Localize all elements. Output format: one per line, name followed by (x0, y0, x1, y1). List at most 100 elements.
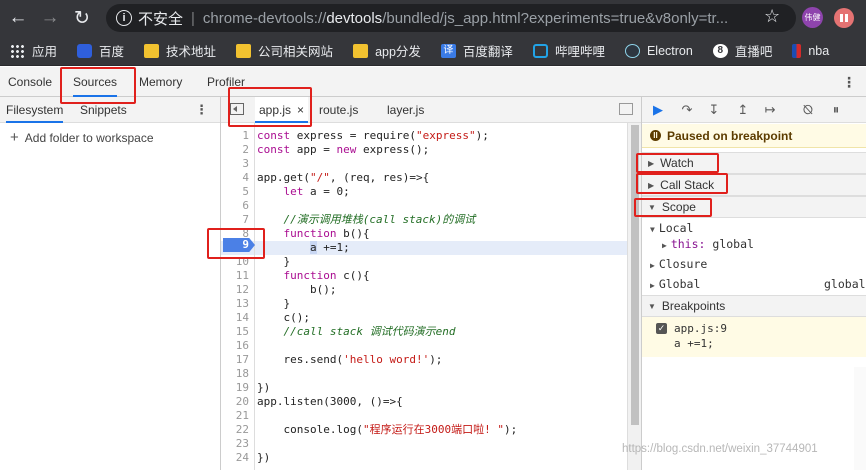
editor-scrollbar[interactable] (627, 123, 641, 470)
step-over-icon[interactable]: ↷ (679, 102, 695, 118)
call-stack-pane-header[interactable]: ▶ Call Stack (642, 174, 866, 196)
bookmark-app-folder[interactable]: app分发 (353, 41, 421, 60)
more-menu-icon[interactable]: ⋮ (842, 74, 856, 91)
pause-extension-icon[interactable] (834, 8, 854, 28)
breakpoint-item[interactable]: ✓ app.js:9 a +=1; (642, 317, 866, 357)
bookmark-star-icon[interactable]: ☆ (764, 6, 780, 27)
breakpoints-pane-header[interactable]: ▼ Breakpoints (642, 295, 866, 317)
tab-sources[interactable]: Sources (73, 67, 118, 97)
bookmark-bilibili[interactable]: 哔哩哔哩 (532, 41, 605, 60)
code-line[interactable]: 1 const express = require("express"); (221, 129, 627, 143)
tab-console[interactable]: Console (8, 67, 52, 97)
code-line[interactable]: 11 function c(){ (221, 269, 627, 283)
line-number[interactable]: 11 (221, 269, 249, 283)
code-line[interactable]: 15 //call stack 调试代码演示end (221, 325, 627, 339)
code-line[interactable]: 17 res.send('hello word!'); (221, 353, 627, 367)
bookmark-zhibo8[interactable]: 8 直播吧 (712, 41, 772, 60)
line-number[interactable]: 21 (221, 409, 249, 423)
line-number[interactable]: 10 (221, 255, 249, 269)
info-icon[interactable]: i (116, 10, 132, 26)
code-line[interactable]: 23 (221, 437, 627, 451)
code-line[interactable]: 2 const app = new express(); (221, 143, 627, 157)
resume-icon[interactable]: ▶ (650, 102, 666, 118)
code-line[interactable]: 10 } (221, 255, 627, 269)
code-line[interactable]: 14 c(); (221, 311, 627, 325)
bookmark-apps[interactable]: 应用 (10, 41, 57, 60)
code-line[interactable]: 12 b(); (221, 283, 627, 297)
line-number[interactable]: 6 (221, 199, 249, 213)
code-line-paused[interactable]: a +=1; (221, 241, 627, 255)
close-icon[interactable]: × (297, 103, 304, 117)
line-number[interactable]: 7 (221, 213, 249, 227)
toggle-navigator-icon[interactable] (230, 103, 244, 115)
line-number[interactable]: 4 (221, 171, 249, 185)
line-number[interactable]: 20 (221, 395, 249, 409)
scrollbar-thumb[interactable] (631, 125, 639, 425)
scope-this[interactable]: ▶ this: global (662, 237, 754, 251)
tab-profiler[interactable]: Profiler (207, 67, 245, 97)
code-line[interactable]: 4 app.get("/", (req, res)=>{ (221, 171, 627, 185)
code-line[interactable]: 19}) (221, 381, 627, 395)
file-tab-route-js[interactable]: route.js (319, 97, 358, 123)
bookmark-baidu-translate[interactable]: 译百度翻译 (440, 41, 513, 60)
line-number[interactable]: 3 (221, 157, 249, 171)
code-lines[interactable]: 1 const express = require("express"); 2 con… (221, 123, 627, 470)
scope-local[interactable]: ▼ Local (650, 221, 693, 235)
tab-snippets[interactable]: Snippets (80, 97, 127, 123)
step-icon[interactable]: ↦ (762, 102, 778, 118)
code-line[interactable]: 8 function b(){ (221, 227, 627, 241)
breakpoint-checkbox[interactable]: ✓ (656, 323, 667, 334)
code-line[interactable]: 7 //演示调用堆栈(call stack)的调试 (221, 213, 627, 227)
code-line[interactable]: 21 (221, 409, 627, 423)
profile-avatar[interactable]: 伟健 (802, 7, 823, 28)
debugger-scrollbar[interactable] (854, 367, 866, 470)
code-line[interactable]: 5 let a = 0; (221, 185, 627, 199)
line-number[interactable]: 22 (221, 423, 249, 437)
bookmark-baidu[interactable]: 百度 (77, 41, 124, 60)
bookmark-electron[interactable]: Electron (624, 43, 693, 58)
scope-closure[interactable]: ▶ Closure (650, 257, 707, 271)
code-line[interactable]: 18 (221, 367, 627, 381)
line-number[interactable]: 17 (221, 353, 249, 367)
line-number[interactable]: 19 (221, 381, 249, 395)
code-line[interactable]: 22 console.log("程序运行在3000端口啦! "); (221, 423, 627, 437)
code-line[interactable]: 3 (221, 157, 627, 171)
line-number[interactable]: 13 (221, 297, 249, 311)
scope-pane-header[interactable]: ▼ Scope (642, 196, 866, 218)
scope-global[interactable]: ▶ Global (650, 277, 700, 291)
add-folder-button[interactable]: + Add folder to workspace (10, 129, 154, 146)
code-line[interactable]: 24}) (221, 451, 627, 465)
file-tab-layer-js[interactable]: layer.js (387, 97, 424, 123)
line-number[interactable]: 24 (221, 451, 249, 465)
tab-memory[interactable]: Memory (139, 67, 182, 97)
arrow-forward-icon[interactable]: → (36, 4, 64, 32)
code-line[interactable]: 13 } (221, 297, 627, 311)
line-number[interactable]: 5 (221, 185, 249, 199)
reload-icon[interactable]: ↻ (68, 4, 96, 32)
bookmark-tech-folder[interactable]: 技术地址 (144, 41, 216, 60)
step-out-icon[interactable]: ↥ (735, 102, 751, 118)
line-number[interactable]: 2 (221, 143, 249, 157)
arrow-back-icon[interactable]: ← (4, 4, 32, 32)
line-number[interactable]: 12 (221, 283, 249, 297)
navigator-menu-icon[interactable]: ⋮ (195, 102, 208, 118)
step-into-icon[interactable]: ↧ (706, 102, 722, 118)
bookmark-nba[interactable]: nba (792, 43, 829, 58)
toggle-debugger-icon[interactable] (619, 103, 633, 115)
line-number[interactable]: 15 (221, 325, 249, 339)
bookmark-company-folder[interactable]: 公司相关网站 (236, 41, 333, 60)
code-line[interactable]: 16 (221, 339, 627, 353)
code-line[interactable]: 20 app.listen(3000, ()=>{ (221, 395, 627, 409)
tab-filesystem[interactable]: Filesystem (6, 97, 64, 123)
line-number[interactable]: 14 (221, 311, 249, 325)
file-tab-app-js[interactable]: app.js × (255, 97, 309, 123)
address-bar[interactable]: i 不安全 | chrome-devtools://devtools/bundl… (106, 4, 796, 32)
line-number[interactable]: 23 (221, 437, 249, 451)
code-line[interactable]: 6 (221, 199, 627, 213)
watch-pane-header[interactable]: ▶ Watch (642, 152, 866, 174)
pause-on-exceptions-icon[interactable]: ⏸ (828, 102, 844, 118)
deactivate-breakpoints-icon[interactable]: ⦰ (800, 102, 816, 118)
line-number[interactable]: 1 (221, 129, 249, 143)
line-number[interactable]: 16 (221, 339, 249, 353)
line-number[interactable]: 18 (221, 367, 249, 381)
